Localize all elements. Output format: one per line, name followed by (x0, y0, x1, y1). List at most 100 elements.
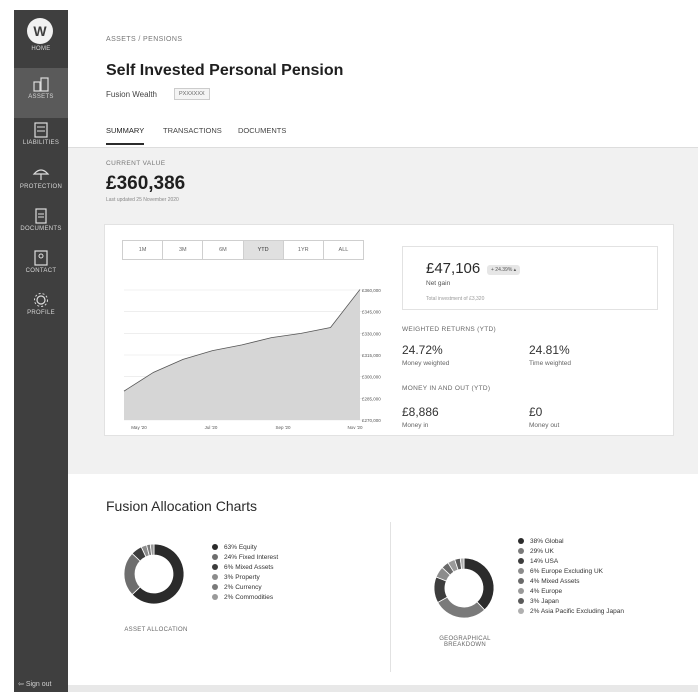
legend-swatch (518, 588, 524, 594)
legend-label: 2% Asia Pacific Excluding Japan (530, 607, 624, 615)
breadcrumb[interactable]: ASSETS / PENSIONS (106, 36, 182, 43)
x-tick-label: Nov '20 (347, 425, 363, 430)
building-icon (33, 77, 49, 92)
home-logo-icon[interactable]: W (27, 18, 53, 44)
current-value: £360,386 (106, 173, 186, 194)
legend-label: 6% Mixed Assets (224, 563, 274, 571)
net-gain-label: Net gain (426, 280, 451, 287)
sidebar-item-profile[interactable]: PROFILE (14, 292, 68, 316)
money-weighted-value: 24.72% (402, 343, 443, 357)
time-weighted-value: 24.81% (529, 343, 570, 357)
time-weighted-label: Time weighted (529, 360, 572, 367)
legend-label: 29% UK (530, 547, 554, 555)
donut-slice (437, 596, 486, 619)
legend-item: 14% USA (518, 556, 624, 566)
money-in-out-heading: MONEY IN AND OUT (YTD) (402, 385, 491, 392)
legend-item: 29% UK (518, 546, 624, 556)
legend-swatch (518, 598, 524, 604)
sidebar-item-documents[interactable]: DOCUMENTS (14, 208, 68, 232)
legend-label: 24% Fixed Interest (224, 553, 279, 561)
sidebar-item-contact[interactable]: CONTACT (14, 250, 68, 274)
last-updated: Last updated 25 November 2020 (106, 197, 179, 203)
legend-label: 4% Mixed Assets (530, 577, 580, 585)
sidebar-item-label: PROFILE (27, 310, 55, 316)
legend-item: 2% Currency (212, 582, 278, 592)
tab-summary[interactable]: SUMMARY (106, 126, 145, 145)
sidebar-item-label: LIABILITIES (22, 140, 60, 146)
sidebar-item-assets[interactable]: ASSETS (14, 68, 68, 118)
legend-swatch (212, 544, 218, 550)
x-tick-label: Sep '20 (275, 425, 291, 430)
money-in-value: £8,886 (402, 405, 439, 419)
legend-swatch (212, 564, 218, 570)
tab-transactions[interactable]: TRANSACTIONS (163, 126, 222, 135)
sidebar-item-protection[interactable]: PROTECTION (14, 166, 68, 190)
reference-badge: PXXXXXX (174, 88, 210, 100)
net-gain-change-badge: + 24.39% ▴ (487, 265, 521, 275)
geographical-donut (433, 557, 495, 619)
footer-strip (68, 685, 698, 692)
y-tick-label: £330,000 (362, 331, 381, 336)
legend-swatch (518, 538, 524, 544)
x-tick-label: May '20 (131, 425, 147, 430)
legend-swatch (518, 558, 524, 564)
sidebar-item-home[interactable]: HOME (14, 46, 68, 52)
allocation-divider (390, 522, 391, 672)
tab-documents[interactable]: DOCUMENTS (238, 126, 286, 135)
sidebar-item-label: CONTACT (25, 268, 57, 274)
asset-allocation-caption: ASSET ALLOCATION (124, 627, 188, 633)
gear-icon (34, 293, 48, 307)
signout-label: Sign out (25, 681, 52, 688)
legend-label: 38% Global (530, 537, 564, 545)
asset-allocation-donut (123, 543, 185, 605)
legend-swatch (212, 584, 218, 590)
y-tick-label: £315,000 (362, 353, 381, 358)
sidebar-item-label: ASSETS (28, 94, 54, 100)
sidebar: W HOME ASSETS LIABILITIES PROTECTION DOC… (14, 10, 68, 692)
total-investment-text: Total investment of £3,320 (426, 296, 485, 302)
signout-button[interactable]: ⇦ Sign out (18, 680, 52, 688)
y-tick-label: £360,000 (362, 288, 381, 293)
money-out-label: Money out (529, 422, 560, 429)
legend-label: 3% Property (224, 573, 260, 581)
donut-slice (463, 557, 495, 611)
legend-swatch (212, 594, 218, 600)
weighted-returns-heading: WEIGHTED RETURNS (YTD) (402, 326, 496, 333)
geographical-caption: GEOGRAPHICAL BREAKDOWN (420, 636, 510, 648)
performance-chart: £270,000 £285,000 £300,000 £315,000 £330,000… (123, 288, 381, 430)
money-out-value: £0 (529, 405, 543, 419)
sidebar-item-label: PROTECTION (19, 184, 63, 190)
legend-item: 6% Mixed Assets (212, 562, 278, 572)
legend-label: 63% Equity (224, 543, 257, 551)
x-tick-label: Jul '20 (205, 425, 218, 430)
legend-item: 63% Equity (212, 542, 278, 552)
legend-swatch (518, 568, 524, 574)
legend-label: 2% Currency (224, 583, 262, 591)
donut-slice (123, 552, 141, 596)
page-title: Self Invested Personal Pension (106, 62, 344, 79)
legend-swatch (518, 608, 524, 614)
sidebar-item-liabilities[interactable]: LIABILITIES (14, 122, 68, 146)
allocation-title: Fusion Allocation Charts (106, 498, 257, 514)
geographical-caption-line2: BREAKDOWN (443, 642, 487, 648)
legend-swatch (212, 574, 218, 580)
money-in-label: Money in (402, 422, 429, 429)
sidebar-item-label: DOCUMENTS (20, 226, 62, 232)
contact-card-icon (34, 250, 48, 266)
net-gain-value: £47,106 (426, 260, 481, 277)
legend-item: 3% Japan (518, 596, 624, 606)
page-header: ASSETS / PENSIONS Self Invested Personal… (68, 10, 698, 148)
current-value-label: CURRENT VALUE (106, 160, 166, 167)
legend-item: 3% Property (212, 572, 278, 582)
legend-label: 6% Europe Excluding UK (530, 567, 603, 575)
legend-swatch (518, 548, 524, 554)
main-content: ASSETS / PENSIONS Self Invested Personal… (68, 10, 698, 692)
y-tick-label: £300,000 (362, 375, 381, 380)
provider-name: Fusion Wealth (106, 90, 157, 99)
legend-label: 2% Commodities (224, 593, 274, 601)
legend-swatch (212, 554, 218, 560)
legend-label: 14% USA (530, 557, 559, 565)
sidebar-item-label: HOME (31, 46, 51, 52)
y-tick-label: £270,000 (362, 418, 381, 423)
y-tick-label: £285,000 (362, 396, 381, 401)
